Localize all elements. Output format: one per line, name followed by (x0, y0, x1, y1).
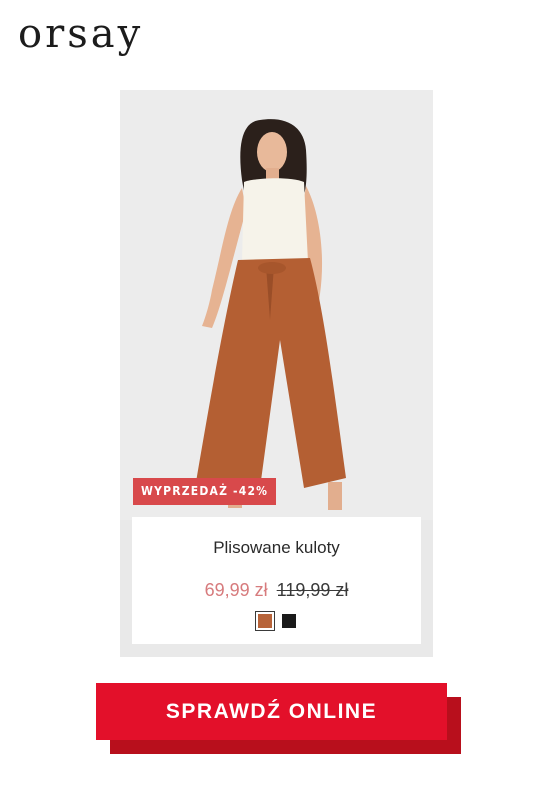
ad-page: orsay WYPRZEDAŻ -42% Plisowane kuloty 69… (0, 0, 557, 800)
swatch-brown[interactable] (254, 611, 275, 631)
current-price: 69,99 zł (204, 580, 268, 600)
product-name[interactable]: Plisowane kuloty (132, 537, 421, 559)
color-swatches (132, 611, 421, 631)
product-photo[interactable] (120, 90, 433, 520)
product-info[interactable]: Plisowane kuloty 69,99 zł 119,99 zł (132, 517, 421, 644)
original-price: 119,99 zł (276, 580, 349, 600)
brand-logo[interactable]: orsay (18, 6, 143, 62)
check-online-button[interactable]: SPRAWDŹ ONLINE (96, 683, 447, 740)
price-row: 69,99 zł 119,99 zł (132, 578, 421, 602)
product-card[interactable]: WYPRZEDAŻ -42% Plisowane kuloty 69,99 zł… (120, 90, 433, 657)
sale-badge: WYPRZEDAŻ -42% (133, 478, 277, 505)
swatch-black[interactable] (281, 614, 296, 628)
